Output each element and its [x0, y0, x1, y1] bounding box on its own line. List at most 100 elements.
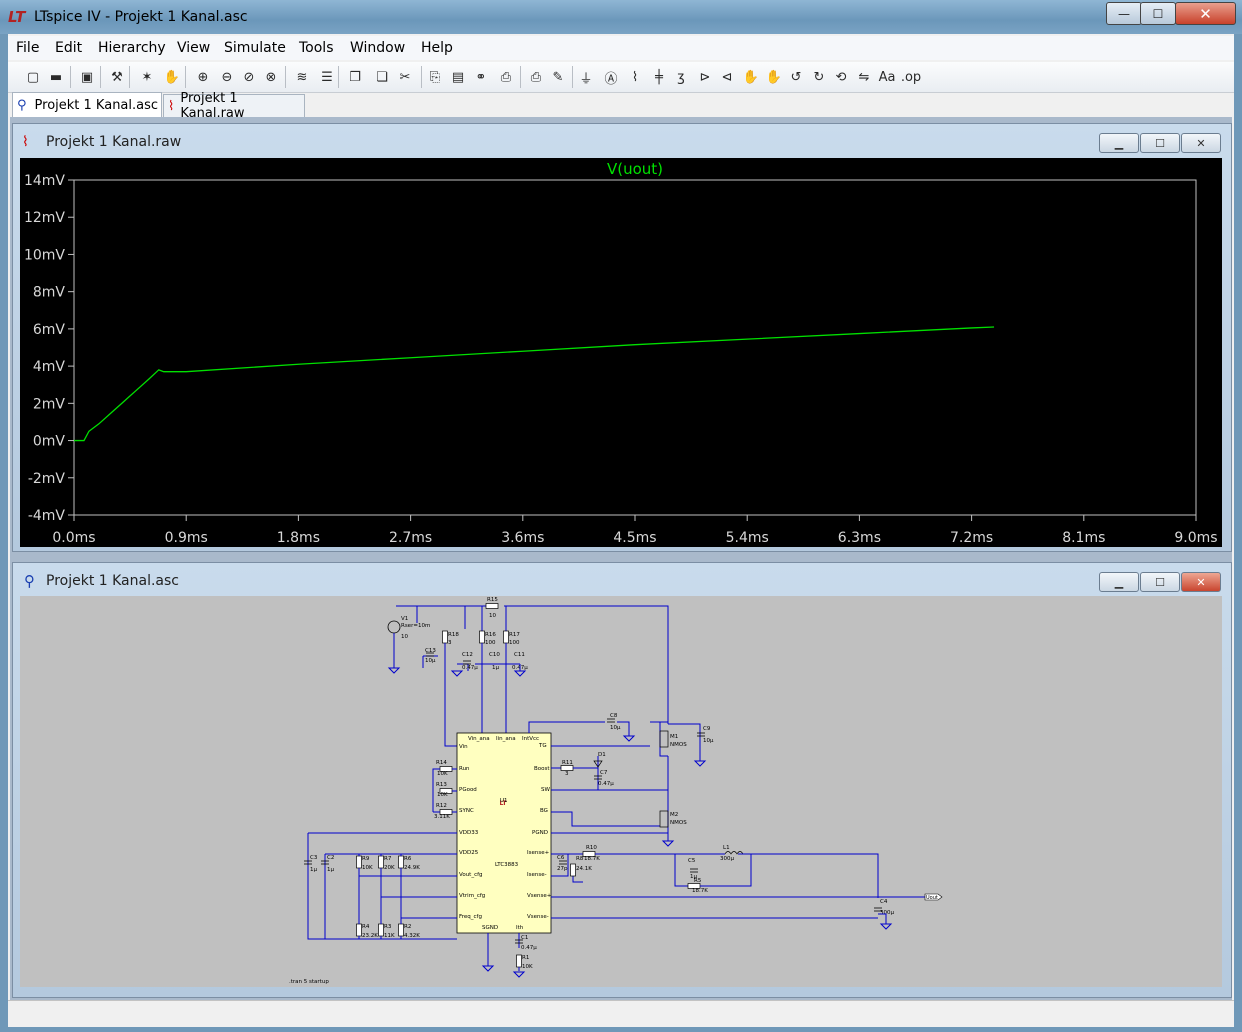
tab-schematic[interactable]: ⚲ Projekt 1 Kanal.asc	[12, 92, 162, 117]
ground-icon	[879, 923, 893, 930]
component-label: 18.7K	[584, 856, 600, 862]
paste-icon[interactable]: ▤	[449, 68, 467, 86]
draw-wire-icon[interactable]: ✎	[549, 68, 567, 86]
menu-view[interactable]: View	[177, 40, 210, 56]
maximize-button[interactable]: ☐	[1140, 2, 1176, 25]
plot-close-button[interactable]: ✕	[1181, 133, 1221, 153]
resistor-symbol	[503, 630, 509, 644]
spice-directive-icon[interactable]: .op	[901, 68, 921, 86]
component-label: C6	[557, 855, 565, 861]
wire	[738, 853, 879, 898]
zoom-in-icon[interactable]: ⊕	[194, 68, 212, 86]
wire	[444, 643, 457, 747]
save-icon[interactable]: ▣	[78, 68, 96, 86]
waveform-icon: ⌇	[22, 134, 29, 150]
menu-simulate[interactable]: Simulate	[224, 40, 286, 56]
component-label: R17	[509, 632, 520, 638]
component-label: 11K	[384, 933, 395, 939]
x-tick-label: 5.4ms	[726, 530, 769, 546]
y-tick-label: 6mV	[33, 322, 66, 338]
zoom-fit-icon[interactable]: ⊗	[262, 68, 280, 86]
schem-minimize-button[interactable]: ▁	[1099, 572, 1139, 592]
tab-schematic-label: Projekt 1 Kanal.asc	[34, 97, 159, 113]
schematic-icon: ⚲	[24, 572, 35, 590]
zoom-back-icon[interactable]: ⊘	[240, 68, 258, 86]
component-label: 10K	[437, 771, 448, 777]
plot-minimize-button[interactable]: ▁	[1099, 133, 1139, 153]
close-button[interactable]: ✕	[1175, 2, 1236, 25]
cut-icon[interactable]: ✂	[396, 68, 414, 86]
drag-icon[interactable]: ✋	[765, 68, 783, 86]
tab-waveform[interactable]: ⌇ Projekt 1 Kanal.raw	[163, 91, 305, 121]
wire	[307, 833, 457, 940]
zoom-out-icon[interactable]: ⊖	[218, 68, 236, 86]
menu-file[interactable]: File	[16, 40, 39, 56]
diode-icon[interactable]: ⊳	[696, 68, 714, 86]
label-net-icon[interactable]: Ⓐ	[602, 68, 620, 87]
schematic-canvas[interactable]: V1 Rser=10m 10 R15 10 R18 3 R16 100 R17 100 C13 10µ C…	[20, 596, 1222, 987]
tile-vertical-icon[interactable]: ❏	[373, 68, 391, 86]
nmos-symbol	[659, 810, 669, 828]
tile-horizontal-icon[interactable]: ☰	[318, 68, 336, 86]
pan-icon[interactable]: ✋	[163, 68, 181, 86]
component-label: Vout_cfg	[459, 872, 483, 878]
ground-icon[interactable]: ⏚	[577, 68, 595, 87]
folder-icon[interactable]: ▬	[47, 68, 65, 86]
component-label: NMOS	[670, 820, 687, 826]
component-label: C1	[521, 935, 528, 941]
cascade-icon[interactable]: ❐	[346, 68, 364, 86]
x-tick-label: 3.6ms	[501, 530, 544, 546]
component-label: 0.47µ	[462, 665, 478, 671]
menu-window[interactable]: Window	[350, 40, 405, 56]
text-icon[interactable]: Aa	[878, 68, 896, 86]
resistor-symbol	[485, 603, 499, 609]
find-icon[interactable]: ⚭	[472, 68, 490, 86]
mirror-icon[interactable]: ⇋	[855, 68, 873, 86]
schematic-icon: ⚲	[17, 97, 27, 113]
component-label: 10K	[522, 964, 533, 970]
move-icon[interactable]: ✋	[742, 68, 760, 86]
minimize-button[interactable]: —	[1106, 2, 1142, 25]
menu-help[interactable]: Help	[421, 40, 453, 56]
menu-edit[interactable]: Edit	[55, 40, 82, 56]
x-tick-label: 8.1ms	[1062, 530, 1105, 546]
component-icon[interactable]: ⊲	[718, 68, 736, 86]
resistor-icon[interactable]: ⌇	[626, 68, 644, 86]
undo-icon[interactable]: ↺	[787, 68, 805, 86]
y-tick-label: -4mV	[28, 508, 66, 524]
print-setup-icon[interactable]: ⎙	[497, 68, 515, 86]
redo-icon[interactable]: ↻	[810, 68, 828, 86]
control-panel-icon[interactable]: ⚒	[108, 68, 126, 86]
component-label: 1µ	[327, 867, 334, 873]
schematic-drawing[interactable]: V1Rser=10m10R1510R183R16100R17100C1310µC…	[20, 596, 1222, 987]
component-label: C11	[514, 652, 525, 658]
schem-close-button[interactable]: ✕	[1181, 572, 1221, 592]
schem-maximize-button[interactable]: ☐	[1140, 572, 1180, 592]
ground-icon	[387, 667, 401, 674]
copy-icon[interactable]: ⎘	[426, 68, 444, 86]
rotate-icon[interactable]: ⟲	[832, 68, 850, 86]
plot-maximize-button[interactable]: ☐	[1140, 133, 1180, 153]
plot-canvas[interactable]: 14mV 12mV 10mV 8mV 6mV 4mV 2mV 0mV -2mV -4mV 0.0ms…	[20, 158, 1222, 547]
toolbar-separator	[129, 66, 130, 88]
menu-tools[interactable]: Tools	[299, 40, 334, 56]
component-label: 0.47µ	[521, 945, 537, 951]
ground-icon	[661, 840, 675, 847]
waveform-plot[interactable]: 14mV 12mV 10mV 8mV 6mV 4mV 2mV 0mV -2mV -4mV 0.0ms…	[20, 158, 1222, 547]
component-label: VDD33	[459, 830, 479, 836]
component-label: R11	[562, 760, 573, 766]
menu-hierarchy[interactable]: Hierarchy	[98, 40, 166, 56]
wire	[528, 721, 605, 733]
component-label: R8	[576, 856, 584, 862]
autorange-icon[interactable]: ≋	[293, 68, 311, 86]
component-label: R4	[362, 924, 370, 930]
toolbar-separator	[185, 66, 186, 88]
open-icon[interactable]: ▢	[24, 68, 42, 86]
component-label: 1µ	[492, 665, 499, 671]
component-label: VDD25	[459, 850, 479, 856]
inductor-icon[interactable]: ʒ	[672, 68, 690, 86]
run-icon[interactable]: ✶	[138, 68, 156, 86]
print-icon[interactable]: ⎙	[527, 68, 545, 86]
ground-icon	[481, 965, 495, 972]
capacitor-icon[interactable]: ╪	[650, 68, 668, 86]
